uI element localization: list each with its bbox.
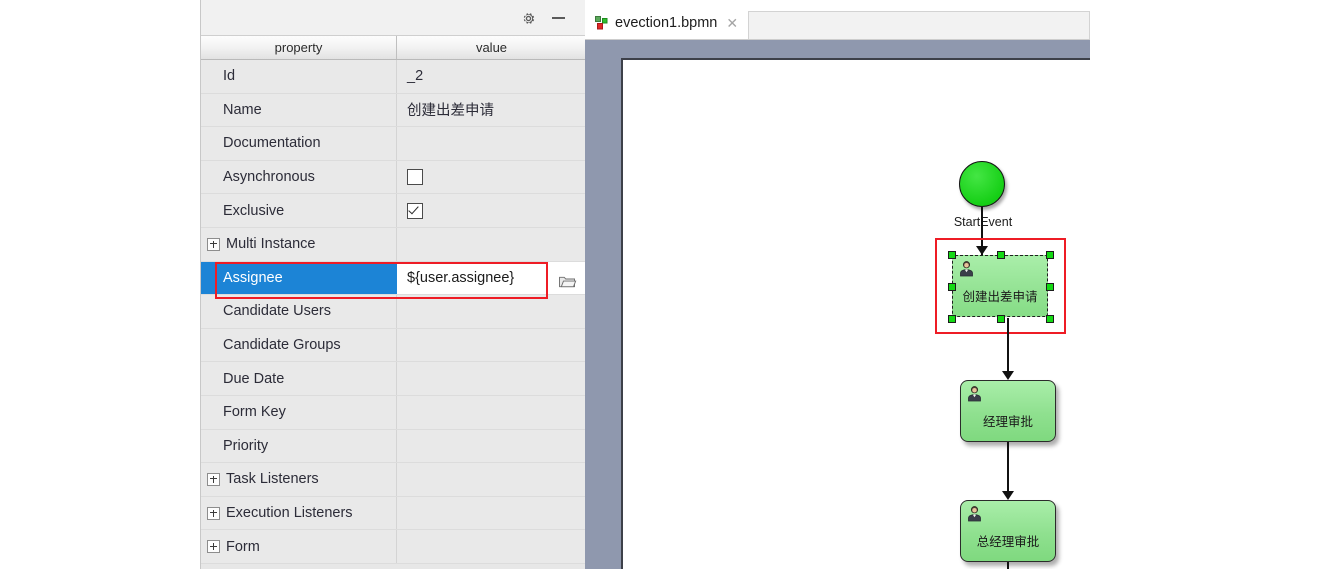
table-row[interactable]: Name 创建出差申请 <box>201 93 586 128</box>
table-row[interactable]: Due Date <box>201 362 586 396</box>
user-task-icon <box>966 505 983 522</box>
resize-handle-s[interactable] <box>997 315 1005 323</box>
arrow-head-3 <box>1001 491 1014 500</box>
arrow-head-1 <box>975 246 988 255</box>
property-value[interactable] <box>397 530 586 563</box>
table-row[interactable]: Task Listeners <box>201 463 586 497</box>
property-value[interactable] <box>397 362 586 395</box>
column-header-property[interactable]: property <box>201 36 397 59</box>
expand-plus-icon[interactable] <box>207 506 220 520</box>
properties-panel-titlebar <box>201 0 586 36</box>
properties-table-header: property value <box>201 36 586 60</box>
resize-handle-n[interactable] <box>997 251 1005 259</box>
property-value[interactable] <box>397 396 586 429</box>
property-value[interactable]: 创建出差申请 <box>397 94 586 127</box>
property-value[interactable] <box>397 463 586 496</box>
property-name: Due Date <box>201 362 397 395</box>
property-name: Candidate Users <box>201 295 397 328</box>
property-value[interactable] <box>397 295 586 328</box>
tab-evection1-bpmn[interactable]: evection1.bpmn ✕ <box>585 7 747 39</box>
task-node-3[interactable]: 总经理审批 <box>960 500 1056 562</box>
property-value[interactable] <box>397 194 586 227</box>
property-value[interactable] <box>397 127 586 160</box>
table-row-assignee[interactable]: Assignee ${user.assignee} <box>201 261 586 296</box>
table-row[interactable]: Candidate Users <box>201 295 586 329</box>
property-name: Execution Listeners <box>226 505 353 522</box>
property-value[interactable] <box>397 430 586 463</box>
property-name: Assignee <box>201 261 397 295</box>
start-event-node[interactable] <box>959 161 1005 207</box>
gear-icon[interactable] <box>516 6 540 30</box>
resize-handle-e[interactable] <box>1046 283 1054 291</box>
tabstrip-empty-area <box>748 11 1090 39</box>
bpmn-canvas[interactable]: StartEvent 创建出差申请 经理审批 总经理审批 <box>621 58 1090 569</box>
screenshot-root: property value Id _2 Name 创建出差申请 Documen… <box>0 0 1322 569</box>
property-name: Priority <box>201 429 397 463</box>
resize-handle-ne[interactable] <box>1046 251 1054 259</box>
properties-panel: property value Id _2 Name 创建出差申请 Documen… <box>200 0 586 569</box>
property-name: Form Key <box>201 395 397 429</box>
table-row[interactable]: Priority <box>201 429 586 464</box>
table-row[interactable]: Asynchronous <box>201 160 586 195</box>
property-name-group: Execution Listeners <box>201 496 397 530</box>
user-task-icon <box>958 260 975 277</box>
exclusive-checkbox[interactable] <box>407 202 423 219</box>
task-label: 经理审批 <box>982 415 1033 429</box>
expand-plus-icon[interactable] <box>207 472 220 486</box>
property-name: Candidate Groups <box>201 328 397 362</box>
bpmn-file-icon <box>595 16 609 30</box>
task-node-2[interactable]: 经理审批 <box>960 380 1056 442</box>
column-header-value[interactable]: value <box>397 36 586 59</box>
resize-handle-sw[interactable] <box>948 315 956 323</box>
resize-handle-nw[interactable] <box>948 251 956 259</box>
table-row[interactable]: Execution Listeners <box>201 496 586 531</box>
arrow-head-2 <box>1001 371 1014 380</box>
bpmn-editor: evection1.bpmn ✕ StartEvent 创建出差申请 经理审批 … <box>585 0 1090 569</box>
expand-plus-icon[interactable] <box>207 237 220 251</box>
start-event-label: StartEvent <box>953 215 1013 229</box>
properties-table-body: Id _2 Name 创建出差申请 Documentation Asynchro… <box>201 60 586 569</box>
sequence-flow-2 <box>1007 318 1009 372</box>
canvas-surround: StartEvent 创建出差申请 经理审批 总经理审批 <box>585 40 1090 569</box>
minimize-dash <box>551 17 565 19</box>
property-name: Documentation <box>201 127 397 160</box>
minimize-icon[interactable] <box>546 6 570 30</box>
property-value[interactable]: _2 <box>397 60 586 93</box>
tab-label: evection1.bpmn <box>615 15 718 31</box>
property-name: Id <box>201 60 397 93</box>
property-value[interactable] <box>397 228 586 261</box>
expand-plus-icon[interactable] <box>207 540 220 554</box>
property-name: Asynchronous <box>201 160 397 194</box>
property-name: Task Listeners <box>226 471 319 488</box>
property-name-group: Multi Instance <box>201 227 397 261</box>
property-value[interactable] <box>397 497 586 530</box>
table-row[interactable]: Documentation <box>201 127 586 161</box>
table-row[interactable]: Form <box>201 530 586 564</box>
asynchronous-checkbox[interactable] <box>407 169 423 186</box>
table-row[interactable]: Exclusive <box>201 194 586 228</box>
task-label: 总经理审批 <box>976 535 1040 549</box>
editor-tabstrip: evection1.bpmn ✕ <box>585 0 1090 40</box>
table-row[interactable]: Form Key <box>201 395 586 430</box>
table-row[interactable]: Multi Instance <box>201 227 586 262</box>
resize-handle-se[interactable] <box>1046 315 1054 323</box>
sequence-flow-3 <box>1007 442 1009 492</box>
task-label: 创建出差申请 <box>962 290 1038 304</box>
property-name-group: Task Listeners <box>201 463 397 496</box>
property-value[interactable] <box>397 329 586 362</box>
property-name-group: Form <box>201 530 397 563</box>
task-node-1[interactable]: 创建出差申请 <box>948 251 1054 323</box>
resize-handle-w[interactable] <box>948 283 956 291</box>
table-row[interactable]: Candidate Groups <box>201 328 586 363</box>
property-name: Form <box>226 538 260 555</box>
property-name: Name <box>201 93 397 127</box>
property-name: Exclusive <box>201 194 397 227</box>
folder-icon[interactable] <box>556 271 578 291</box>
property-value[interactable] <box>397 161 586 194</box>
user-task-icon <box>966 385 983 402</box>
property-name: Multi Instance <box>226 236 316 253</box>
table-row[interactable]: Id _2 <box>201 60 586 94</box>
close-icon[interactable]: ✕ <box>726 16 738 30</box>
sequence-flow-4 <box>1007 562 1009 569</box>
